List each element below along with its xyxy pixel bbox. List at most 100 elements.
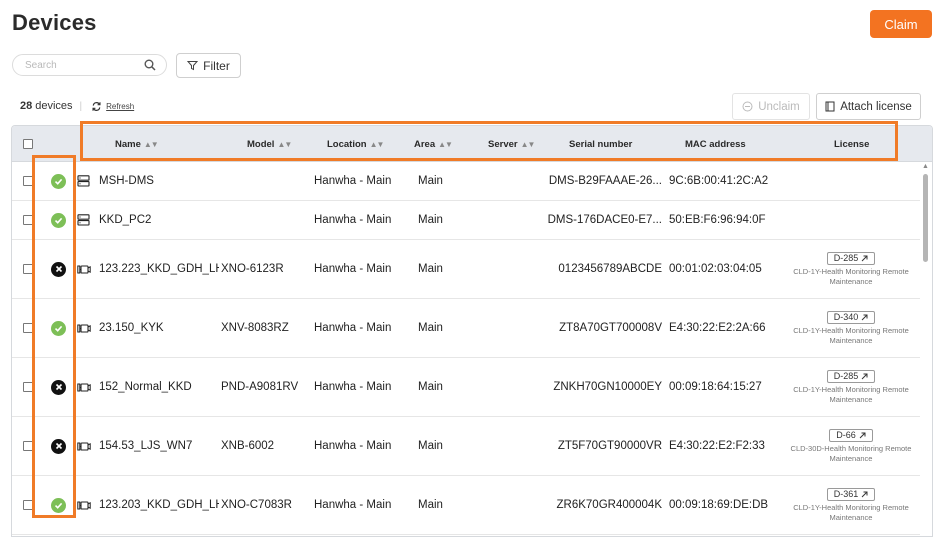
column-header-license: License [834, 126, 869, 162]
mac-address: 00:09:18:69:DE:DB [669, 499, 769, 511]
serial-number: DMS-B29FAAAE-26... [548, 175, 662, 187]
device-area: Main [418, 322, 443, 334]
license-badge[interactable]: D-285 [826, 369, 876, 383]
search-icon[interactable] [144, 59, 156, 71]
row-checkbox[interactable] [23, 382, 33, 392]
sort-icon: ▲▼ [143, 139, 159, 149]
device-count-row: 28 devices | Refresh [20, 100, 134, 112]
unclaim-label: Unclaim [758, 100, 800, 113]
device-name[interactable]: 123.223_KKD_GDH_LHL [99, 263, 219, 275]
divider: | [79, 100, 83, 112]
table-row[interactable]: 123.223_KKD_GDH_LHL XNO-6123R Hanwha - Mai… [12, 240, 920, 299]
device-count-suffix: devices [35, 100, 73, 112]
device-location: Hanwha - Main [314, 499, 392, 511]
status-online-icon [51, 497, 66, 513]
license-badge-label: D-285 [833, 253, 859, 263]
filter-button[interactable]: Filter [176, 53, 241, 78]
column-header-location[interactable]: Location ▲▼ [327, 126, 385, 162]
license-badge-label: D-361 [833, 489, 859, 499]
device-area: Main [418, 214, 443, 226]
external-link-icon [861, 373, 868, 380]
license-badge[interactable]: D-285 [826, 251, 876, 265]
camera-icon [77, 264, 91, 275]
table-row[interactable]: KKD_PC2 Hanwha - Main Main DMS-176DACE0-E7.… [12, 201, 920, 240]
serial-number: ZNKH70GN10000EY [553, 381, 662, 393]
status-offline-icon [51, 379, 66, 395]
camera-icon [77, 500, 91, 511]
column-area-label: Area [414, 138, 436, 150]
table-row[interactable]: 123.203_KKD_GDH_LHL XNO-C7083R Hanwha - Ma… [12, 476, 920, 535]
device-name[interactable]: 154.53_LJS_WN7 [99, 440, 192, 452]
license-badge[interactable]: D-66 [829, 428, 873, 442]
license-badge[interactable]: D-340 [826, 310, 876, 324]
device-model: XNO-6123R [221, 263, 284, 275]
select-all-checkbox[interactable] [23, 139, 33, 149]
license-name: CLD-1Y-Health Monitoring Remote Maintena… [793, 502, 909, 522]
unclaim-button[interactable]: Unclaim [732, 93, 810, 120]
refresh-link[interactable]: Refresh [106, 102, 134, 111]
row-checkbox[interactable] [23, 323, 33, 333]
license-badge[interactable]: D-361 [826, 487, 876, 501]
sort-icon: ▲▼ [369, 139, 385, 149]
device-location: Hanwha - Main [314, 175, 392, 187]
mac-address: E4:30:22:E2:F2:33 [669, 440, 765, 452]
column-header-name[interactable]: Name ▲▼ [115, 126, 159, 162]
row-checkbox[interactable] [23, 500, 33, 510]
mac-address: E4:30:22:E2:2A:66 [669, 322, 766, 334]
column-mac-label: MAC address [685, 138, 746, 150]
table-row[interactable]: 152_Normal_KKD PND-A9081RV Hanwha - Main Ma… [12, 358, 920, 417]
external-link-icon [859, 432, 866, 439]
device-name[interactable]: 152_Normal_KKD [99, 381, 192, 393]
scrollbar[interactable]: ▲ [919, 160, 932, 537]
device-area: Main [418, 175, 443, 187]
status-offline-icon [51, 438, 66, 454]
external-link-icon [861, 491, 868, 498]
column-model-label: Model [247, 138, 275, 150]
claim-button[interactable]: Claim [870, 10, 932, 38]
scrollbar-thumb[interactable] [923, 174, 928, 262]
row-checkbox[interactable] [23, 264, 33, 274]
device-name[interactable]: MSH-DMS [99, 175, 154, 187]
row-checkbox[interactable] [23, 441, 33, 451]
row-checkbox[interactable] [23, 215, 33, 225]
refresh-icon[interactable] [91, 101, 102, 112]
column-header-area[interactable]: Area ▲▼ [414, 126, 453, 162]
sort-icon: ▲▼ [277, 139, 292, 149]
device-location: Hanwha - Main [314, 381, 392, 393]
serial-number: DMS-176DACE0-E7... [548, 214, 662, 226]
mac-address: 9C:6B:00:41:2C:A2 [669, 175, 769, 187]
row-checkbox[interactable] [23, 176, 33, 186]
serial-number: ZT5F70GT90000VR [557, 440, 662, 452]
mac-address: 00:09:18:64:15:27 [669, 381, 762, 393]
column-header-model[interactable]: Model ▲▼ [247, 126, 292, 162]
column-server-label: Server [488, 138, 518, 150]
unclaim-icon [742, 101, 753, 112]
device-name[interactable]: KKD_PC2 [99, 214, 151, 226]
table-row[interactable]: 154.53_LJS_WN7 XNB-6002 Hanwha - Main Main Z… [12, 417, 920, 476]
column-header-server[interactable]: Server ▲▼ [488, 126, 535, 162]
mac-address: 50:EB:F6:96:94:0F [669, 214, 766, 226]
device-area: Main [418, 499, 443, 511]
serial-number: ZR6K70GR400004K [556, 499, 662, 511]
license-name: CLD-30D-Health Monitoring Remote Mainten… [790, 443, 912, 463]
external-link-icon [861, 314, 868, 321]
server-icon [77, 175, 90, 187]
column-serial-label: Serial number [569, 138, 633, 150]
scroll-up-icon[interactable]: ▲ [922, 163, 929, 170]
device-location: Hanwha - Main [314, 322, 392, 334]
table-row[interactable]: 23.150_KYK XNV-8083RZ Hanwha - Main Main ZT8… [12, 299, 920, 358]
device-model: PND-A9081RV [221, 381, 299, 393]
filter-label: Filter [203, 58, 230, 73]
search-box[interactable] [12, 54, 167, 76]
license-name: CLD-1Y-Health Monitoring Remote Maintena… [793, 325, 909, 345]
table-row[interactable]: MSH-DMS Hanwha - Main Main DMS-B29FAAAE-26.… [12, 162, 920, 201]
device-name[interactable]: 23.150_KYK [99, 322, 164, 334]
license-badge-label: D-340 [833, 312, 859, 322]
attach-license-button[interactable]: Attach license [816, 93, 921, 120]
device-location: Hanwha - Main [314, 263, 392, 275]
status-offline-icon [51, 261, 66, 277]
attach-license-icon [825, 101, 835, 112]
device-area: Main [418, 440, 443, 452]
search-input[interactable] [25, 59, 144, 71]
device-name[interactable]: 123.203_KKD_GDH_LHL [99, 499, 219, 511]
